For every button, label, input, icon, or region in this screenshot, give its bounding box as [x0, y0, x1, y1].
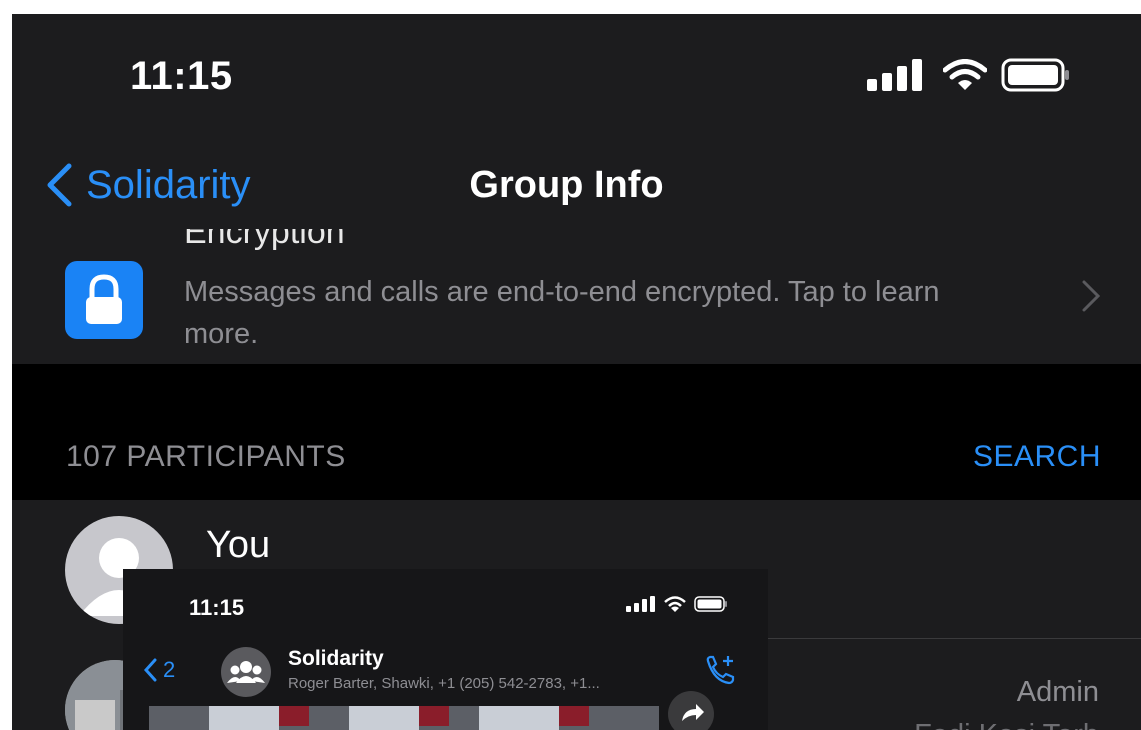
inset-back-count[interactable]: 2 [163, 657, 175, 683]
status-bar: 11:15 [12, 14, 1141, 134]
lock-tile [65, 261, 143, 339]
status-icons [867, 58, 1071, 92]
group-avatar[interactable] [221, 647, 271, 697]
lock-icon [86, 274, 122, 324]
encryption-title: Encryption [184, 229, 345, 251]
participant-subtitle: Fadi Kasi Tarb [914, 722, 1099, 730]
participants-header: 107 PARTICIPANTS SEARCH [12, 364, 1141, 500]
photo-thumbnail [149, 706, 659, 730]
add-call-icon[interactable] [702, 653, 738, 689]
wifi-icon [664, 596, 686, 612]
chevron-left-icon [143, 658, 157, 682]
battery-icon [1001, 58, 1069, 92]
battery-icon [694, 596, 727, 612]
inset-chat-title[interactable]: Solidarity [288, 647, 384, 671]
signal-icon [626, 596, 655, 612]
inset-status-time: 11:15 [189, 595, 245, 620]
inset-photo-message[interactable] [149, 706, 659, 730]
inset-back-button[interactable]: 2 [143, 657, 175, 683]
group-icon [227, 661, 265, 683]
forward-icon [682, 704, 704, 721]
participants-search-button[interactable]: SEARCH [973, 440, 1101, 474]
wifi-icon [943, 59, 987, 90]
chevron-right-icon [1082, 280, 1101, 312]
encryption-row[interactable]: Encryption Messages and calls are end-to… [12, 229, 1141, 364]
inset-chat-subtitle[interactable]: Roger Barter, Shawki, +1 (205) 542-2783,… [288, 675, 600, 692]
page-title: Group Info [469, 164, 664, 206]
signal-icon [867, 59, 922, 91]
admin-badge: Admin [1016, 676, 1099, 708]
participants-count: 107 PARTICIPANTS [66, 440, 346, 473]
forward-button[interactable] [668, 691, 714, 730]
status-time: 11:15 [130, 54, 233, 98]
inset-chat-screenshot: 11:15 2 Solidarity Roger Barter, Shawki,… [123, 569, 768, 730]
participant-name: You [206, 524, 271, 566]
nav-bar: Solidarity Group Info [12, 134, 1141, 239]
encryption-description: Messages and calls are end-to-end encryp… [184, 276, 940, 350]
inset-status-icons [626, 596, 728, 612]
